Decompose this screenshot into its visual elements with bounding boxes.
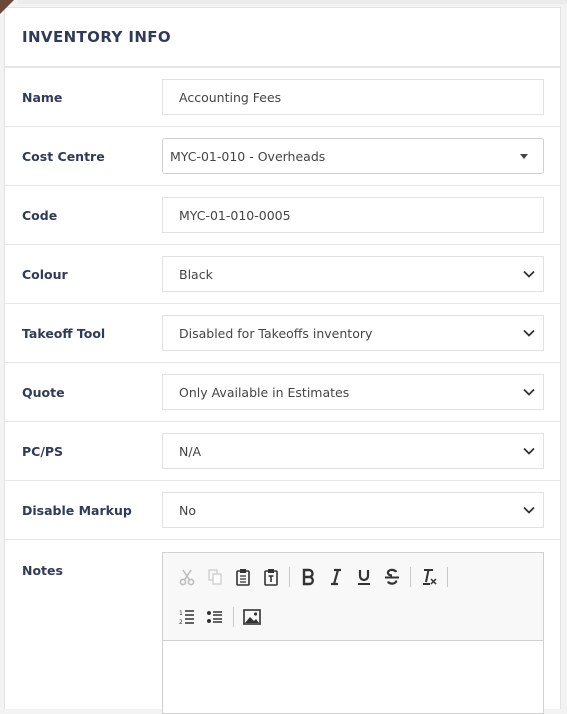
code-input[interactable]: MYC-01-010-0005 <box>162 197 544 233</box>
panel-title: INVENTORY INFO <box>22 28 172 46</box>
pcps-label: PC/PS <box>22 443 64 459</box>
colour-select[interactable]: Black <box>162 256 544 292</box>
quote-row: Quote Only Available in Estimates <box>5 363 560 422</box>
italic-button[interactable] <box>322 565 350 589</box>
notes-label: Notes <box>22 563 63 578</box>
paste-text-button[interactable] <box>257 565 285 589</box>
takeoff-tool-label: Takeoff Tool <box>22 325 106 341</box>
corner-marker <box>0 0 14 14</box>
notes-text-area[interactable] <box>163 641 543 713</box>
panel-header: INVENTORY INFO <box>5 8 560 68</box>
paste-text-icon <box>264 568 278 586</box>
image-icon <box>243 608 261 625</box>
disable-markup-value: No <box>179 502 196 518</box>
bulleted-list-button[interactable] <box>201 605 229 629</box>
copy-button[interactable] <box>201 565 229 589</box>
chevron-down-icon <box>523 506 535 514</box>
strikethrough-icon <box>385 568 399 585</box>
colour-label: Colour <box>22 266 68 282</box>
cost-centre-select[interactable]: MYC-01-010 - Overheads <box>162 138 544 174</box>
toolbar-separator <box>289 566 290 587</box>
quote-select[interactable]: Only Available in Estimates <box>162 374 544 410</box>
caret-down-icon <box>520 154 528 159</box>
cut-icon <box>179 569 195 585</box>
underline-button[interactable] <box>350 565 378 589</box>
disable-markup-select[interactable]: No <box>162 492 544 528</box>
colour-value: Black <box>179 266 213 282</box>
quote-label: Quote <box>22 384 65 400</box>
italic-icon <box>331 568 341 585</box>
toolbar-separator <box>447 566 448 587</box>
top-strip <box>18 0 567 4</box>
disable-markup-label: Disable Markup <box>22 502 132 518</box>
svg-text:2: 2 <box>179 619 183 626</box>
bulleted-list-icon <box>207 610 222 623</box>
copy-icon <box>208 568 222 585</box>
remove-format-icon <box>423 568 437 585</box>
toolbar-line-2: 12 <box>173 603 543 630</box>
numbered-list-button[interactable]: 12 <box>173 605 201 629</box>
notes-row: Notes 1 2 <box>5 540 560 714</box>
bold-icon <box>302 568 314 585</box>
pcps-select[interactable]: N/A <box>162 433 544 469</box>
toolbar-separator <box>233 606 234 627</box>
takeoff-tool-row: Takeoff Tool Disabled for Takeoffs inven… <box>5 304 560 363</box>
name-row: Name Accounting Fees <box>5 68 560 127</box>
pcps-row: PC/PS N/A <box>5 422 560 481</box>
cost-centre-label: Cost Centre <box>22 148 105 164</box>
code-label: Code <box>22 207 58 223</box>
chevron-down-icon <box>523 388 535 396</box>
inventory-info-panel: INVENTORY INFO Name Accounting Fees Cost… <box>4 7 561 714</box>
remove-format-button[interactable] <box>415 565 443 589</box>
toolbar-separator <box>410 566 411 587</box>
svg-text:1: 1 <box>179 610 183 617</box>
chevron-down-icon <box>523 447 535 455</box>
toolbar-line-1 <box>173 563 543 590</box>
name-label: Name <box>22 89 63 105</box>
cost-centre-row: Cost Centre MYC-01-010 - Overheads <box>5 127 560 186</box>
pcps-value: N/A <box>179 443 202 459</box>
cut-button[interactable] <box>173 565 201 589</box>
disable-markup-row: Disable Markup No <box>5 481 560 540</box>
underline-icon <box>358 569 370 585</box>
colour-row: Colour Black <box>5 245 560 304</box>
chevron-down-icon <box>523 270 535 278</box>
takeoff-tool-value: Disabled for Takeoffs inventory <box>179 325 373 341</box>
bold-button[interactable] <box>294 565 322 589</box>
numbered-list-icon: 12 <box>179 610 194 626</box>
name-input[interactable]: Accounting Fees <box>162 79 544 115</box>
notes-editor: 12 <box>162 552 544 714</box>
quote-value: Only Available in Estimates <box>179 384 350 400</box>
code-row: Code MYC-01-010-0005 <box>5 186 560 245</box>
chevron-down-icon <box>523 329 535 337</box>
takeoff-tool-select[interactable]: Disabled for Takeoffs inventory <box>162 315 544 351</box>
paste-button[interactable] <box>229 565 257 589</box>
strikethrough-button[interactable] <box>378 565 406 589</box>
cost-centre-value: MYC-01-010 - Overheads <box>170 148 326 164</box>
editor-toolbar: 12 <box>163 553 543 641</box>
image-button[interactable] <box>238 605 266 629</box>
paste-icon <box>236 568 250 586</box>
